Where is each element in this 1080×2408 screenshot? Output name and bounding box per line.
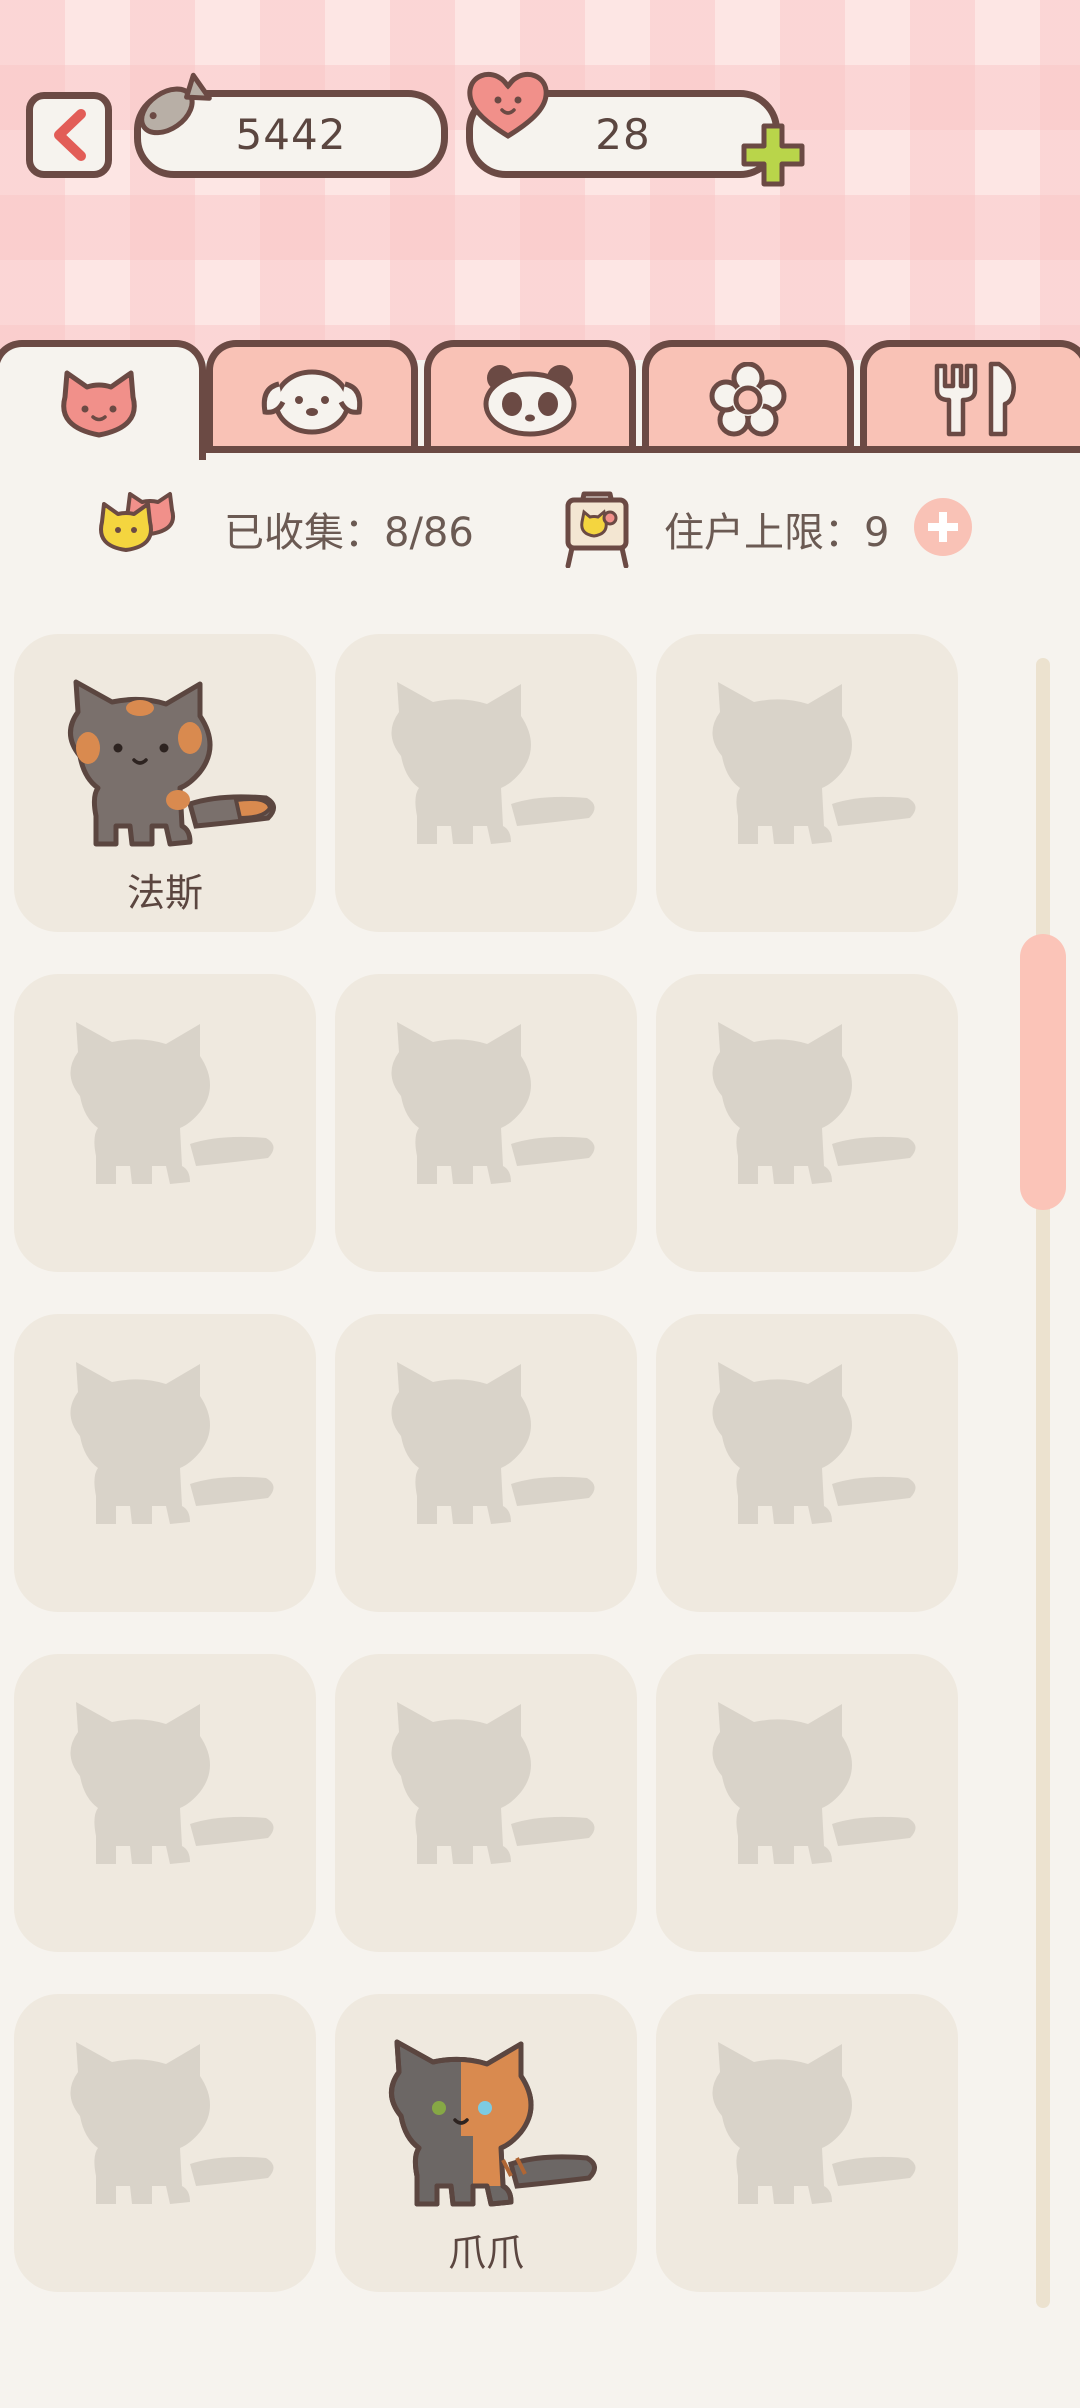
cat-card-unlocked[interactable]: 爪爪	[335, 1994, 637, 2292]
cat-card-locked[interactable]	[656, 1654, 958, 1952]
locked-cat-silhouette	[391, 1702, 595, 1864]
cat-card-unlocked[interactable]: 法斯	[14, 634, 316, 932]
plus-icon	[928, 512, 958, 542]
cat-card-locked[interactable]	[656, 1994, 958, 2292]
locked-cat-silhouette	[712, 1022, 916, 1184]
chevron-left-icon	[54, 109, 86, 161]
header-background	[0, 0, 1080, 360]
cat-card-locked[interactable]	[14, 1994, 316, 2292]
heart-count: 28	[595, 109, 651, 159]
add-hearts-button[interactable]	[738, 120, 808, 190]
collection-info: 已收集：8/86 住户上限：9	[0, 488, 1080, 568]
locked-cat-silhouette	[712, 1362, 916, 1524]
dog-face-icon	[261, 369, 363, 434]
locked-cat-silhouette	[391, 1362, 595, 1524]
notice-board-icon	[565, 491, 629, 568]
locked-cat-silhouette	[391, 1022, 595, 1184]
tab-pandas[interactable]	[424, 340, 636, 452]
cat-card-locked[interactable]	[14, 1314, 316, 1612]
cat-fasi-image	[68, 679, 276, 847]
locked-cat-silhouette	[391, 682, 595, 844]
cat-card-locked[interactable]	[656, 634, 958, 932]
flower-icon	[709, 361, 787, 436]
cat-card-locked[interactable]	[335, 1314, 637, 1612]
cat-name-label: 爪爪	[447, 2231, 524, 2275]
cat-card-locked[interactable]	[335, 974, 637, 1272]
cat-card-locked[interactable]	[14, 974, 316, 1272]
locked-cat-silhouette	[712, 2042, 916, 2204]
locked-cat-silhouette	[712, 682, 916, 844]
panda-face-icon	[483, 364, 577, 436]
category-tabs	[0, 340, 1080, 460]
scrollbar-track[interactable]	[1036, 658, 1050, 2308]
locked-cat-silhouette	[712, 1702, 916, 1864]
tab-flowers[interactable]	[642, 340, 854, 452]
tab-cats[interactable]	[0, 340, 206, 460]
locked-cat-silhouette	[70, 1702, 274, 1864]
cat-face-icon	[61, 370, 137, 437]
cat-name-label: 法斯	[126, 871, 203, 915]
cat-card-locked[interactable]	[335, 634, 637, 932]
cat-card-locked[interactable]	[656, 1314, 958, 1612]
locked-cat-silhouette	[70, 1022, 274, 1184]
fork-spoon-icon	[934, 361, 1016, 436]
cat-zhuazhua-image	[389, 2039, 597, 2207]
heart-icon	[467, 72, 549, 139]
scrollbar-thumb[interactable]	[1020, 934, 1066, 1210]
collected-count-label: 已收集：8/86	[224, 510, 474, 556]
locked-cat-silhouette	[70, 1362, 274, 1524]
tab-food[interactable]	[860, 340, 1080, 452]
collected-cats-icon	[99, 492, 175, 552]
cat-card-locked[interactable]	[335, 1654, 637, 1952]
locked-cat-silhouette	[70, 2042, 274, 2204]
fish-icon	[139, 72, 212, 136]
increase-limit-button[interactable]	[914, 498, 972, 556]
tab-dogs[interactable]	[206, 340, 418, 452]
tabs-divider	[200, 446, 1080, 453]
back-button[interactable]	[26, 92, 112, 178]
resident-limit-label: 住户上限：9	[664, 510, 890, 556]
cat-card-locked[interactable]	[656, 974, 958, 1272]
fish-count: 5442	[235, 109, 347, 159]
cat-card-locked[interactable]	[14, 1654, 316, 1952]
